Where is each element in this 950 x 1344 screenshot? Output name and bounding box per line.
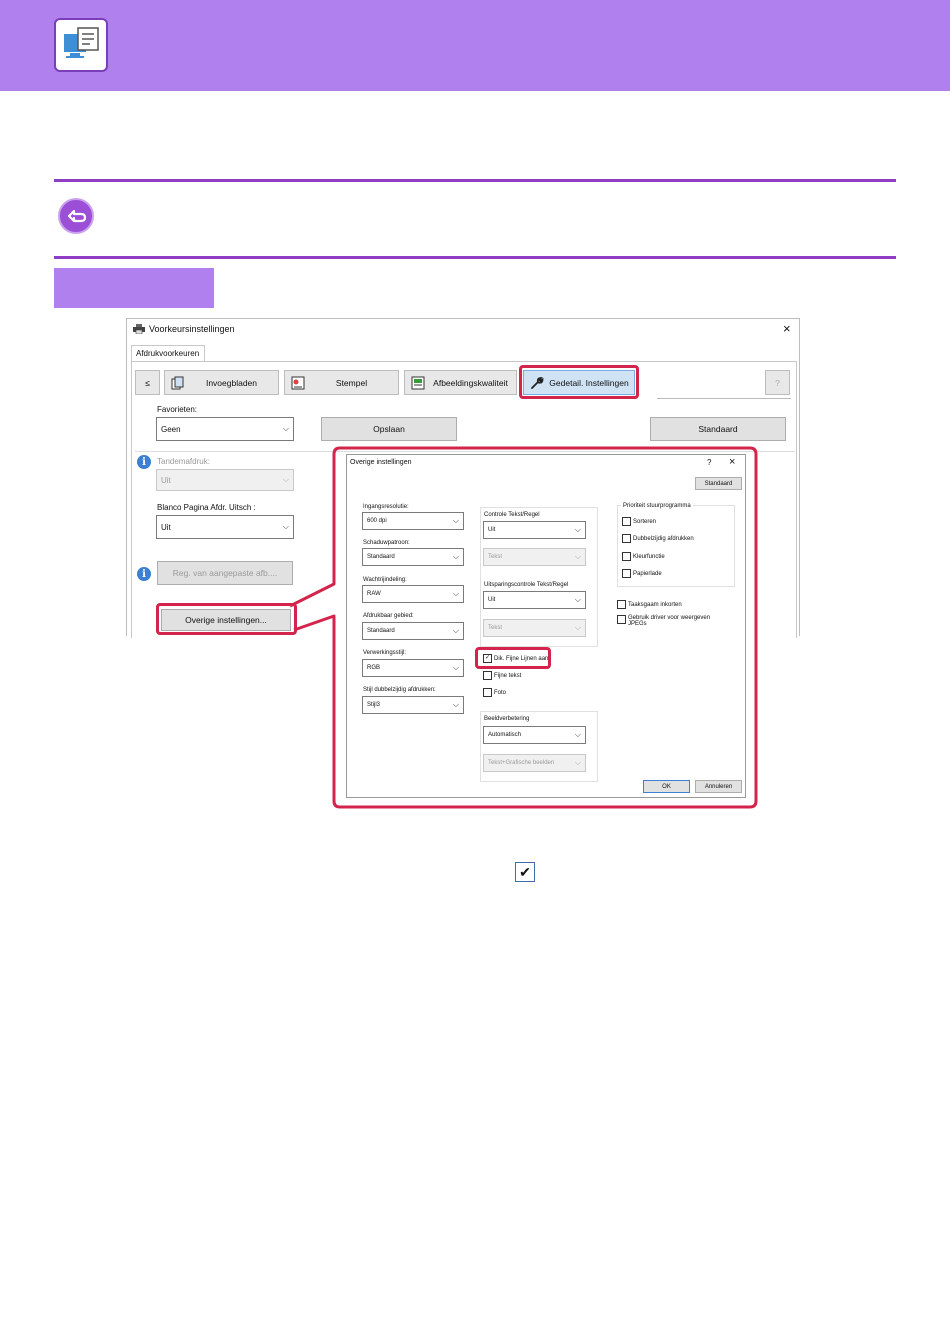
wachtrijindeling-select[interactable]: RAW ⌵: [362, 585, 464, 603]
verwerkingsstijl-label: Verwerkingsstijl:: [363, 650, 407, 656]
cb-dubbelzijdig-label: Dubbelzijdig afdrukken: [633, 535, 694, 542]
cb-papierlade-label: Papierlade: [633, 570, 662, 577]
afdrukbaar-label: Afdrukbaar gebied:: [363, 613, 414, 619]
chevron-down-icon: ⌵: [452, 700, 459, 709]
schaduwpatroon-label: Schaduwpatroon:: [363, 540, 410, 546]
stijl-select[interactable]: Stijl3 ⌵: [362, 696, 464, 714]
uitsparing-label: Uitsparingscontrole Tekst/Regel: [484, 582, 569, 588]
cb-kleurfunctie-label: Kleurfunctie: [633, 553, 665, 560]
cb-dubbelzijdig[interactable]: Dubbelzijdig afdrukken: [622, 534, 694, 543]
verwerkingsstijl-value: RGB: [367, 665, 381, 671]
chevron-down-icon: ⌵: [574, 525, 581, 534]
chevron-down-icon: ⌵: [452, 589, 459, 598]
chevron-down-icon: ⌵: [452, 663, 459, 672]
cb-taaksgaam-label: Taaksgaam inkorten: [628, 601, 682, 608]
checkbox[interactable]: [617, 600, 626, 609]
beeldverbetering-label: Beeldverbetering: [484, 716, 530, 722]
beeldverbetering-second-value: Tekst+Grafische beelden: [488, 760, 555, 766]
cb-taaksgaam[interactable]: Taaksgaam inkorten: [617, 600, 682, 609]
chevron-down-icon: ⌵: [574, 595, 581, 604]
ok-button[interactable]: OK: [643, 780, 690, 793]
beeldverbetering-second-select[interactable]: Tekst+Grafische beelden ⌵: [483, 754, 586, 772]
checkbox[interactable]: [617, 615, 626, 624]
checkbox[interactable]: [483, 671, 492, 680]
chevron-down-icon: ⌵: [574, 730, 581, 739]
schaduwpatroon-value: Standaard: [367, 554, 395, 560]
sub-standaard-button[interactable]: Standaard: [695, 477, 742, 490]
cb-sorteren[interactable]: Sorteren: [622, 517, 656, 526]
stijl-label: Stijl dubbelzijdig afdrukken:: [363, 687, 436, 693]
beeldverbetering-select[interactable]: Automatisch ⌵: [483, 726, 586, 744]
cb-foto[interactable]: Foto: [483, 688, 506, 697]
sub-dialog-title: Overige instellingen: [350, 459, 412, 466]
prioriteit-label: Prioriteit stuurprogramma: [621, 503, 693, 509]
controle-select[interactable]: Uit ⌵: [483, 521, 586, 539]
chevron-down-icon: ⌵: [574, 552, 581, 561]
chevron-down-icon: ⌵: [574, 623, 581, 632]
cb-sorteren-label: Sorteren: [633, 518, 657, 525]
highlight-fijne-lijnen: [475, 647, 551, 669]
wachtrijindeling-label: Wachtrijindeling:: [363, 577, 407, 583]
cb-fijne-tekst-label: Fijne tekst: [494, 672, 522, 679]
cb-fijne-tekst[interactable]: Fijne tekst: [483, 671, 521, 680]
overige-instellingen-dialog: Overige instellingen ? × Standaard Ingan…: [346, 454, 746, 798]
sub-help-icon[interactable]: ?: [707, 458, 711, 467]
chevron-down-icon: ⌵: [452, 552, 459, 561]
checkbox[interactable]: [483, 688, 492, 697]
schaduwpatroon-select[interactable]: Standaard ⌵: [362, 548, 464, 566]
afdrukbaar-value: Standaard: [367, 628, 395, 634]
cb-kleurfunctie[interactable]: Kleurfunctie: [622, 552, 665, 561]
chevron-down-icon: ⌵: [452, 516, 459, 525]
cb-papierlade[interactable]: Papierlade: [622, 569, 662, 578]
annuleren-button[interactable]: Annuleren: [695, 780, 742, 793]
controle-value: Uit: [488, 527, 496, 533]
controle-tekst-select[interactable]: Tekst ⌵: [483, 548, 586, 566]
sub-close-icon[interactable]: ×: [729, 456, 735, 468]
ingangsresolutie-select[interactable]: 600 dpi ⌵: [362, 512, 464, 530]
checkbox[interactable]: [622, 569, 631, 578]
uitsparing-tekst-select[interactable]: Tekst ⌵: [483, 619, 586, 637]
stijl-value: Stijl3: [367, 702, 381, 708]
uitsparing-value: Uit: [488, 597, 496, 603]
ingangsresolutie-label: Ingangsresolutie:: [363, 504, 409, 510]
cb-gebruik[interactable]: Gebruik driver voor weergeven JPEGs: [617, 615, 717, 627]
checkmark-icon: ✔: [515, 862, 535, 882]
wachtrijindeling-value: RAW: [367, 591, 381, 597]
cb-foto-label: Foto: [494, 689, 507, 696]
chevron-down-icon: ⌵: [452, 626, 459, 635]
afdrukbaar-select[interactable]: Standaard ⌵: [362, 622, 464, 640]
checkbox[interactable]: [622, 517, 631, 526]
cb-gebruik-label: Gebruik driver voor weergeven JPEGs: [628, 615, 711, 627]
controle-label: Controle Tekst/Regel: [484, 512, 540, 518]
uitsparing-tekst-value: Tekst: [488, 625, 503, 631]
ingangsresolutie-value: 600 dpi: [367, 518, 387, 524]
uitsparing-select[interactable]: Uit ⌵: [483, 591, 586, 609]
checkbox[interactable]: [622, 552, 631, 561]
chevron-down-icon: ⌵: [574, 758, 581, 767]
controle-tekst-value: Tekst: [488, 554, 503, 560]
verwerkingsstijl-select[interactable]: RGB ⌵: [362, 659, 464, 677]
beeldverbetering-value: Automatisch: [488, 732, 522, 738]
checkbox[interactable]: [622, 534, 631, 543]
